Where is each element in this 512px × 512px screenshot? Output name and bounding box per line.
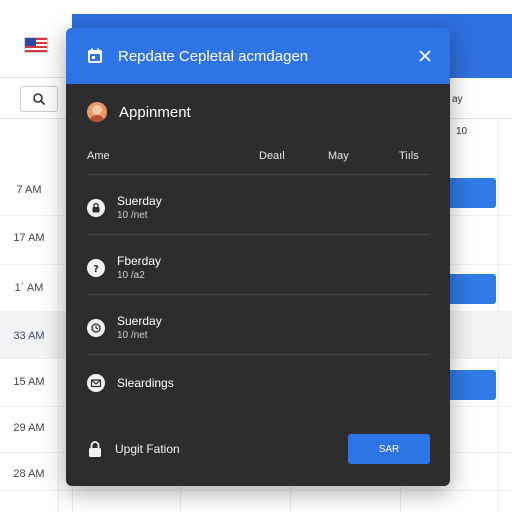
divider: [87, 294, 430, 295]
calendar-header-fragment: 10: [456, 126, 468, 137]
list-item-name: Suerday: [117, 194, 162, 208]
appointment-header: Appinment: [87, 102, 191, 122]
time-label: 17 AM: [13, 232, 45, 244]
calendar-hour-line: [0, 490, 512, 491]
calendar-column-line: [58, 120, 59, 512]
list-item-name: Fberday: [117, 254, 162, 268]
time-label: 33 AM: [13, 330, 45, 342]
divider: [87, 174, 430, 175]
list-item-detail: 10 /net: [117, 330, 148, 341]
column-header: Tiıls: [399, 150, 419, 162]
save-button[interactable]: SAR: [348, 434, 430, 464]
us-flag-icon[interactable]: [24, 37, 48, 53]
calendar-icon: [88, 48, 102, 63]
dialog-header: Repdate Cepletal acmdagen: [66, 28, 450, 84]
search-icon: [33, 93, 46, 106]
list-item[interactable]: Sleardings: [87, 374, 430, 392]
list-item-detail: 10 /a2: [117, 270, 145, 281]
footer-label: Upgit Fation: [115, 442, 180, 456]
list-item-name: Sleardings: [117, 375, 174, 390]
dialog-title: Repdate Cepletal acmdagen: [118, 47, 309, 65]
list-item[interactable]: Suerday 10 /net: [87, 314, 430, 342]
list-item[interactable]: ? Fberday 10 /a2: [87, 254, 430, 282]
search-button[interactable]: [20, 86, 58, 112]
close-icon: [419, 50, 431, 62]
avatar: [87, 102, 107, 122]
clock-icon: [87, 319, 105, 337]
calendar-column-line: [498, 120, 499, 512]
column-header: Deaıl: [259, 150, 285, 162]
padlock-icon: [89, 441, 101, 457]
column-header: Ame: [87, 150, 110, 162]
envelope-icon: [87, 374, 105, 392]
time-label: 15 AM: [13, 376, 45, 388]
list-item[interactable]: Suerday 10 /net: [87, 194, 430, 222]
lock-icon: [87, 199, 105, 217]
close-button[interactable]: [414, 45, 436, 67]
list-item-name: Suerday: [117, 314, 162, 328]
column-headers: Ame Deaıl May Tiıls: [87, 150, 430, 166]
dialog-footer: Upgit Fation SAR: [87, 434, 430, 464]
time-label: 1´ AM: [14, 282, 44, 294]
appointment-dialog: Repdate Cepletal acmdagen Appinment Ame …: [66, 28, 450, 486]
calendar-header-fragment: ay: [452, 94, 463, 105]
column-header: May: [328, 150, 349, 162]
appointment-title: Appinment: [119, 103, 191, 121]
list-item-detail: 10 /net: [117, 210, 148, 221]
time-label: 28 AM: [13, 468, 45, 480]
divider: [87, 354, 430, 355]
time-label: 7 AM: [16, 184, 42, 196]
divider: [87, 234, 430, 235]
time-label: 29 AM: [13, 422, 45, 434]
info-icon: ?: [87, 259, 105, 277]
svg-text:?: ?: [93, 264, 99, 274]
